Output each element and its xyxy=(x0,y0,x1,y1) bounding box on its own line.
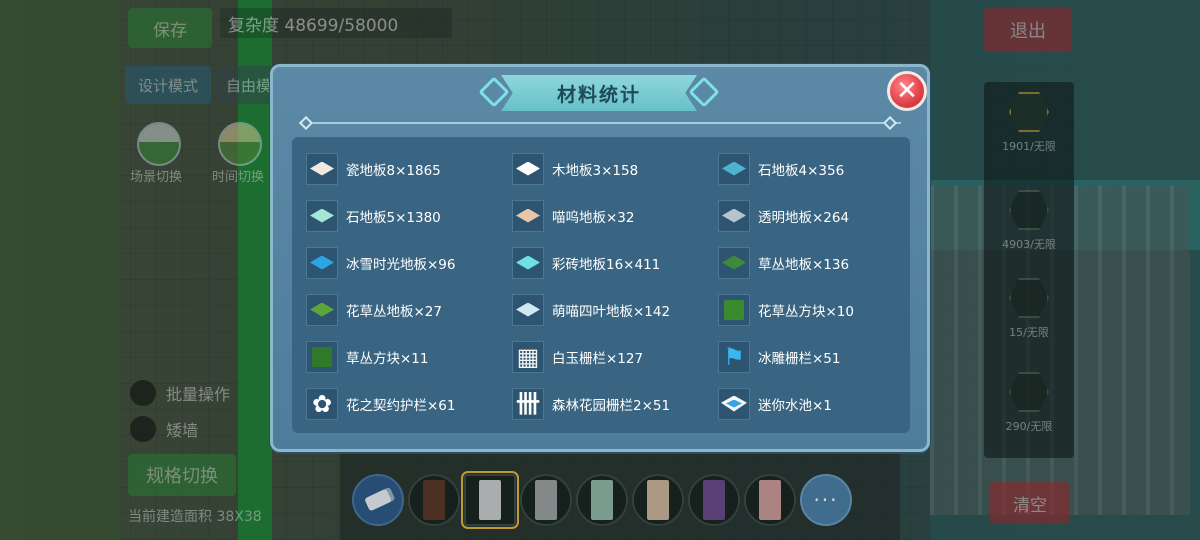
dialog-title-banner: 材料统计 xyxy=(501,75,697,111)
material-item: ✿ 花之契约护栏×61 xyxy=(306,380,512,427)
material-label: 白玉栅栏×127 xyxy=(552,350,644,367)
color-brick-floor-icon xyxy=(512,246,544,279)
material-item: 花草丛方块×10 xyxy=(718,286,924,333)
stone-floor-icon xyxy=(306,199,338,232)
material-item: 迷你水池×1 xyxy=(718,380,924,427)
title-ornament-right-icon xyxy=(688,76,720,108)
title-divider xyxy=(299,122,901,124)
material-label: 透明地板×264 xyxy=(758,209,850,226)
material-label: 花之契约护栏×61 xyxy=(346,397,456,414)
material-label: 石地板5×1380 xyxy=(346,209,441,226)
clover-floor-icon xyxy=(512,293,544,326)
material-label: 彩砖地板16×411 xyxy=(552,256,661,273)
close-icon[interactable]: ✕ xyxy=(887,71,927,111)
stone-floor-icon xyxy=(718,152,750,185)
porcelain-floor-icon xyxy=(306,152,338,185)
material-label: 冰雪时光地板×96 xyxy=(346,256,456,273)
material-item: 喵呜地板×32 xyxy=(512,192,718,239)
material-label: 冰雕栅栏×51 xyxy=(758,350,841,367)
ice-fence-icon: ⚑ xyxy=(718,340,750,373)
grass-floor-icon xyxy=(718,246,750,279)
material-item: 草丛地板×136 xyxy=(718,239,924,286)
material-item: ⚑ 冰雕栅栏×51 xyxy=(718,333,924,380)
meow-floor-icon xyxy=(512,199,544,232)
material-label: 木地板3×158 xyxy=(552,162,639,179)
material-label: 花草丛地板×27 xyxy=(346,303,442,320)
material-label: 萌喵四叶地板×142 xyxy=(552,303,671,320)
material-item: 石地板4×356 xyxy=(718,145,924,192)
material-item: 草丛方块×11 xyxy=(306,333,512,380)
flower-grass-block-icon xyxy=(718,293,750,326)
flower-grass-floor-icon xyxy=(306,293,338,326)
material-item: 卌森林花园栅栏2×51 xyxy=(512,380,718,427)
jade-fence-icon: ▦ xyxy=(512,340,544,373)
material-item: 木地板3×158 xyxy=(512,145,718,192)
grass-block-icon xyxy=(306,340,338,373)
material-label: 森林花园栅栏2×51 xyxy=(552,397,671,414)
glass-floor-icon xyxy=(718,199,750,232)
material-stats-dialog: 材料统计 ✕ 瓷地板8×1865 木地板3×158 石地板4×356 石地板5×138… xyxy=(270,64,930,452)
forest-fence-icon: 卌 xyxy=(512,387,544,420)
material-label: 石地板4×356 xyxy=(758,162,845,179)
material-label: 草丛方块×11 xyxy=(346,350,429,367)
divider-ornament-icon xyxy=(298,115,314,131)
wood-floor-icon xyxy=(512,152,544,185)
title-ornament-left-icon xyxy=(478,76,510,108)
divider-ornament-icon xyxy=(882,115,898,131)
material-item: 透明地板×264 xyxy=(718,192,924,239)
material-item: 萌喵四叶地板×142 xyxy=(512,286,718,333)
material-item: 花草丛地板×27 xyxy=(306,286,512,333)
material-label: 瓷地板8×1865 xyxy=(346,162,441,179)
material-item: 冰雪时光地板×96 xyxy=(306,239,512,286)
material-item: 彩砖地板16×411 xyxy=(512,239,718,286)
material-item: 石地板5×1380 xyxy=(306,192,512,239)
material-label: 草丛地板×136 xyxy=(758,256,850,273)
flower-railing-icon: ✿ xyxy=(306,387,338,420)
material-item: ▦ 白玉栅栏×127 xyxy=(512,333,718,380)
dialog-title: 材料统计 xyxy=(556,83,641,106)
material-label: 迷你水池×1 xyxy=(758,397,832,414)
ice-floor-icon xyxy=(306,246,338,279)
mini-pool-icon xyxy=(718,387,750,420)
material-list: 瓷地板8×1865 木地板3×158 石地板4×356 石地板5×1380 喵呜地板×3… xyxy=(292,137,910,433)
material-item: 瓷地板8×1865 xyxy=(306,145,512,192)
material-label: 花草丛方块×10 xyxy=(758,303,854,320)
material-label: 喵呜地板×32 xyxy=(552,209,635,226)
